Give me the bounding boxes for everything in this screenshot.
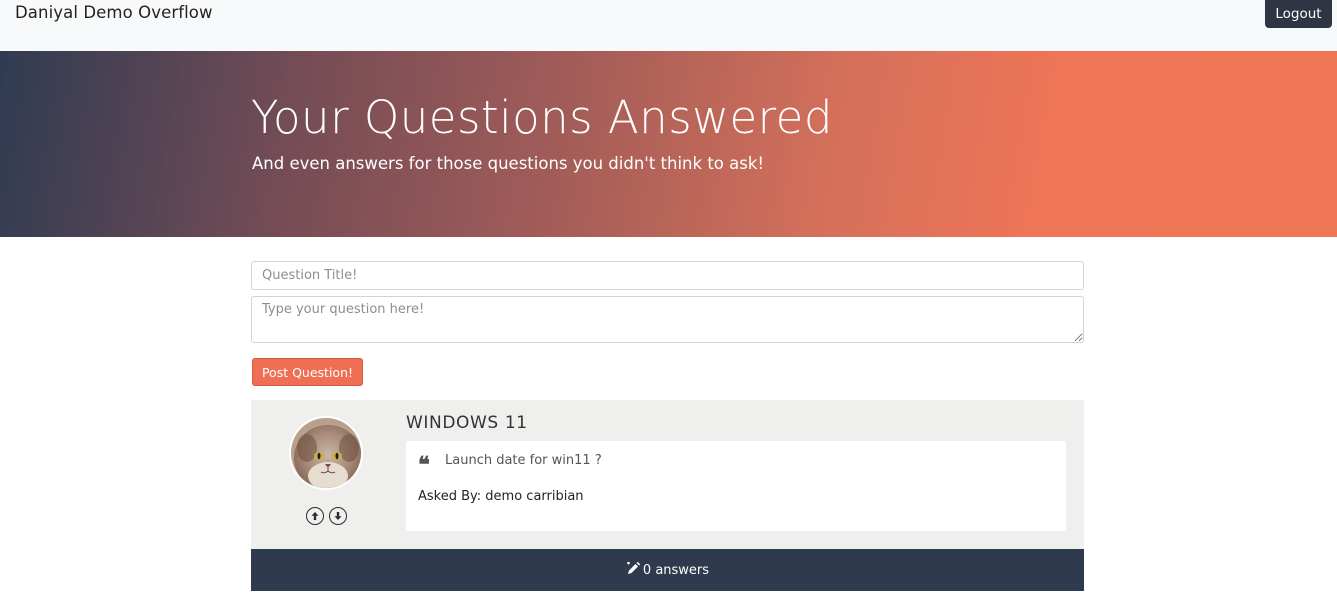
vote-controls — [306, 507, 347, 525]
logout-button[interactable]: Logout — [1265, 0, 1332, 28]
hero-title: Your Questions Answered — [251, 91, 833, 144]
brand-title[interactable]: Daniyal Demo Overflow — [15, 3, 213, 22]
question-title-input[interactable] — [251, 261, 1084, 290]
question-body: ❝ Launch date for win11 ? Asked By: demo… — [406, 441, 1066, 531]
answers-count: 0 answers — [642, 562, 710, 578]
quote-icon: ❝ — [418, 452, 430, 478]
navbar: Daniyal Demo Overflow Logout — [0, 0, 1337, 51]
pen-icon — [626, 561, 641, 579]
hero-subtitle: And even answers for those questions you… — [252, 154, 764, 173]
arrow-up-circle-icon[interactable] — [306, 507, 324, 525]
hero-banner: Your Questions Answered And even answers… — [0, 51, 1337, 237]
question-card: WINDOWS 11 ❝ Launch date for win11 ? Ask… — [251, 400, 1084, 549]
post-question-button[interactable]: Post Question! — [252, 358, 363, 386]
question-text: Launch date for win11 ? — [445, 453, 602, 468]
arrow-down-circle-icon[interactable] — [329, 507, 347, 525]
question-title: WINDOWS 11 — [406, 413, 528, 433]
question-body-input[interactable] — [251, 296, 1084, 343]
answers-button[interactable]: 0 answers — [251, 549, 1084, 591]
avatar — [289, 416, 363, 490]
cat-avatar-icon — [291, 418, 361, 488]
asked-by: Asked By: demo carribian — [418, 489, 584, 504]
